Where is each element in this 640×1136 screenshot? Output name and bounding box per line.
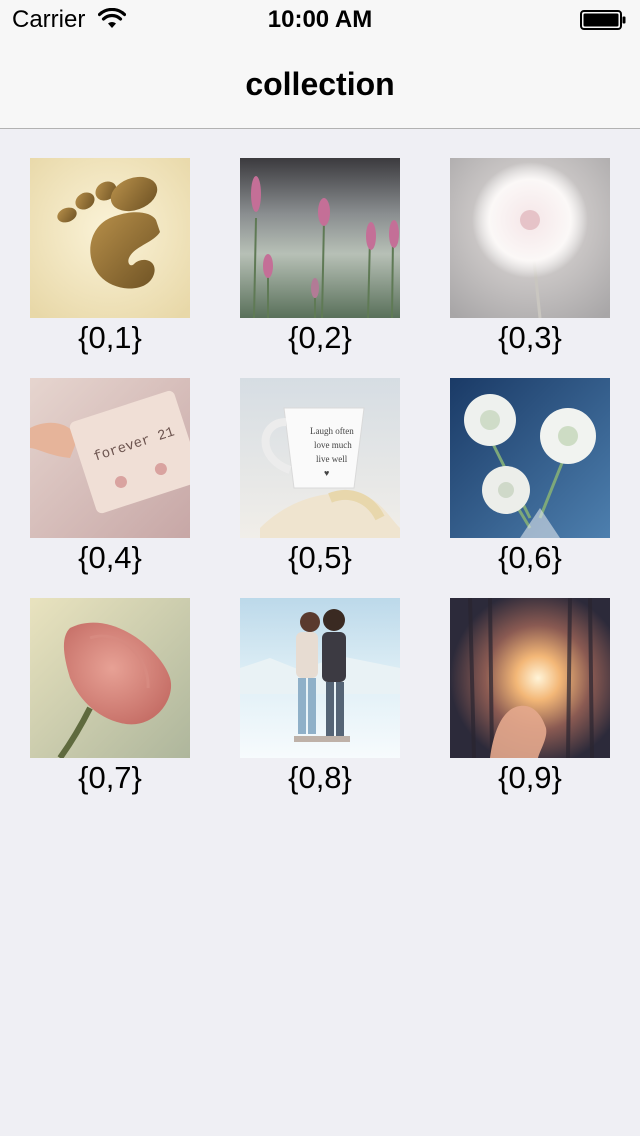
cell-label: {0,4} — [78, 540, 142, 575]
cell-label: {0,9} — [498, 760, 562, 795]
cell-label: {0,6} — [498, 540, 562, 575]
collection-cell[interactable]: {0,8} — [240, 598, 400, 798]
cell-image-white-mug-with-tape-measure: Laugh often love much live well ♥ — [240, 378, 400, 538]
cell-image-white-ranunculus-flowers — [450, 378, 610, 538]
cell-label: {0,1} — [78, 320, 142, 355]
collection-cell[interactable]: Laugh often love much live well ♥ {0,5} — [240, 378, 400, 578]
cell-image-dandelion-seed-head — [450, 158, 610, 318]
cell-label: {0,7} — [78, 760, 142, 795]
cell-image-pink-lavender-flowers — [240, 158, 400, 318]
cell-image-sunlight-through-trees-hand — [450, 598, 610, 758]
collection-cell[interactable]: {0,7} — [30, 598, 190, 798]
svg-text:Laugh often: Laugh often — [310, 426, 354, 436]
collection-cell[interactable]: {0,6} — [450, 378, 610, 578]
cell-label: {0,3} — [498, 320, 562, 355]
svg-text:love much: love much — [314, 440, 352, 450]
collection-cell[interactable]: {0,1} — [30, 158, 190, 358]
cell-image-hand-holding-earring-card: forever 21 — [30, 378, 190, 538]
gnome-foot-icon — [30, 158, 190, 318]
collection-cell[interactable]: {0,3} — [450, 158, 610, 358]
cell-image-pink-rose-closeup — [30, 598, 190, 758]
cell-label: {0,5} — [288, 540, 352, 575]
svg-text:live well: live well — [316, 454, 348, 464]
cell-image-couple-in-snow — [240, 598, 400, 758]
svg-text:♥: ♥ — [324, 468, 329, 478]
page-title: collection — [245, 66, 395, 102]
navigation-bar: collection — [0, 40, 640, 129]
cell-label: {0,2} — [288, 320, 352, 355]
collection-cell[interactable]: {0,9} — [450, 598, 610, 798]
clock: 10:00 AM — [267, 6, 373, 33]
collection-cell[interactable]: forever 21 {0,4} — [30, 378, 190, 578]
battery-full-icon — [580, 10, 626, 30]
cell-image-gnome-foot-logo — [30, 158, 190, 318]
status-bar: Carrier 10:00 AM — [0, 0, 640, 40]
cell-label: {0,8} — [288, 760, 352, 795]
collection-cell[interactable]: {0,2} — [240, 158, 400, 358]
